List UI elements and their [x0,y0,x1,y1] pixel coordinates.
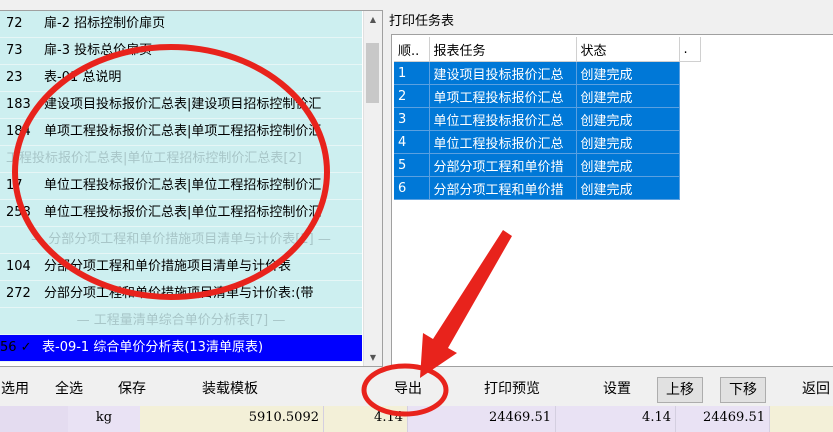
task-order-cell: 3 [394,107,430,131]
task-status-cell: 创建完成 [576,84,680,108]
list-item[interactable]: 56 ✓ 表-09-1 综合单价分析表(13清单原表) [0,335,362,362]
export-button[interactable]: 导出 [394,376,422,402]
settings-button[interactable]: 设置 [603,376,631,402]
report-list-scrollbar[interactable]: ▲ ▼ [363,11,382,366]
task-empty-cell [679,153,700,177]
task-row[interactable]: 4 单位工程投标报价汇总 创建完成 [394,130,700,154]
row-cell-total2: 24469.51 [676,406,770,432]
task-row[interactable]: 1 建设项目投标报价汇总 创建完成 [394,61,700,85]
move-down-button[interactable]: 下移 [720,377,766,403]
row-cell-qty: 5910.5092 [140,406,324,432]
row-cell-blank [0,406,69,432]
task-name-cell: 单位工程投标报价汇总 [429,130,577,154]
column-header-task[interactable]: 报表任务 [429,37,577,62]
task-name-cell: 建设项目投标报价汇总 [429,61,577,85]
list-item-label: 分部分项工程和单价措施项目清单与计价表 [44,259,292,274]
task-name-cell: 单项工程投标报价汇总 [429,84,577,108]
task-empty-cell [679,84,700,108]
print-task-title: 打印任务表 [389,14,455,29]
row-cell-tail [770,406,833,432]
list-item-label: 表-01 总说明 [44,70,122,85]
list-item-label: 单项工程投标报价汇总表|单项工程招标控制价汇 [44,124,322,139]
background-table-row: kg 5910.5092 4.14 24469.51 4.14 24469.51 [0,406,833,432]
row-cell-unit: kg [68,406,141,432]
report-list: 72 扉-2 招标控制价扉页 73 扉-3 投标总价扉页 23 表-01 总说明 183 建设… [0,11,362,362]
task-order-cell: 2 [394,84,430,108]
column-header-status[interactable]: 状态 [576,37,680,62]
task-row[interactable]: 6 分部分项工程和单价措 创建完成 [394,176,700,200]
list-item[interactable]: 258 单位工程投标报价汇总表|单位工程招标控制价汇 [0,200,362,227]
list-item-label: 工程投标报价汇总表|单位工程招标控制价汇总表[2] [6,151,302,166]
column-header-order[interactable]: 顺.. [394,37,430,62]
list-item-number: 17 [6,178,23,193]
list-item[interactable]: 23 表-01 总说明 [0,65,362,92]
list-item-number: 183 [6,97,31,112]
list-item-label: 扉-2 招标控制价扉页 [44,16,166,31]
print-preview-button[interactable]: 打印预览 [484,376,540,402]
list-item-label: — 工程量清单综合单价分析表[7] — [76,313,286,328]
list-group-header[interactable]: — 工程量清单综合单价分析表[7] — [0,308,362,335]
row-cell-price2: 4.14 [556,406,676,432]
scroll-thumb[interactable] [366,43,379,103]
list-item-label: 表-09-1 综合单价分析表(13清单原表) [42,340,264,355]
select-all-button[interactable]: 全选 [55,376,83,402]
list-item[interactable]: 104 分部分项工程和单价措施项目清单与计价表 [0,254,362,281]
row-cell-total: 24469.51 [408,406,556,432]
task-row[interactable]: 3 单位工程投标报价汇总 创建完成 [394,107,700,131]
select-button[interactable]: 选用 [1,376,29,402]
column-header-extra[interactable]: . [679,37,701,62]
row-cell-price: 4.14 [324,406,408,432]
report-list-panel[interactable]: 72 扉-2 招标控制价扉页 73 扉-3 投标总价扉页 23 表-01 总说明 183 建设… [0,10,383,367]
task-name-cell: 单位工程投标报价汇总 [429,107,577,131]
list-item-label: — 分部分项工程和单价措施项目清单与计价表[2] — [31,232,331,247]
list-item-label: 扉-3 投标总价扉页 [44,43,153,58]
task-row[interactable]: 5 分部分项工程和单价措 创建完成 [394,153,700,177]
task-row[interactable]: 2 单项工程投标报价汇总 创建完成 [394,84,700,108]
task-status-cell: 创建完成 [576,107,680,131]
save-button[interactable]: 保存 [118,376,146,402]
list-item[interactable]: 184 单项工程投标报价汇总表|单项工程招标控制价汇 [0,119,362,146]
print-task-panel[interactable]: 顺.. 报表任务 状态 . 1 建设项目投标报价汇总 创建完成 2 单项工程投标报价汇总… [391,34,833,367]
task-empty-cell [679,61,700,85]
list-group-header[interactable]: — 分部分项工程和单价措施项目清单与计价表[2] — [0,227,362,254]
bottom-toolbar: 选用 全选 保存 装载模板 导出 打印预览 设置 上移 下移 返回 [0,372,833,406]
scroll-up-arrow-icon[interactable]: ▲ [364,11,382,28]
task-status-cell: 创建完成 [576,61,680,85]
task-name-cell: 分部分项工程和单价措 [429,153,577,177]
list-item-label: 建设项目投标报价汇总表|建设项目招标控制价汇 [44,97,322,112]
list-item[interactable]: 17 单位工程投标报价汇总表|单位工程招标控制价汇 [0,173,362,200]
list-item[interactable]: 183 建设项目投标报价汇总表|建设项目招标控制价汇 [0,92,362,119]
list-item-number: 73 [6,43,23,58]
list-item-label: 分部分项工程和单价措施项目清单与计价表:(带 [44,286,314,301]
task-order-cell: 4 [394,130,430,154]
task-order-cell: 5 [394,153,430,177]
print-task-table: 顺.. 报表任务 状态 . 1 建设项目投标报价汇总 创建完成 2 单项工程投标报价汇总… [394,37,701,200]
task-status-cell: 创建完成 [576,176,680,200]
task-empty-cell [679,130,700,154]
list-item-number: 184 [6,124,31,139]
task-empty-cell [679,107,700,131]
move-up-button[interactable]: 上移 [657,377,703,403]
task-status-cell: 创建完成 [576,130,680,154]
scroll-down-arrow-icon[interactable]: ▼ [364,349,382,366]
task-status-cell: 创建完成 [576,153,680,177]
list-item[interactable]: 73 扉-3 投标总价扉页 [0,38,362,65]
list-item[interactable]: 工程投标报价汇总表|单位工程招标控制价汇总表[2] [0,146,362,173]
task-name-cell: 分部分项工程和单价措 [429,176,577,200]
list-item-number: 258 [6,205,31,220]
list-item-number: 72 [6,16,23,31]
list-item[interactable]: 72 扉-2 招标控制价扉页 [0,11,362,38]
list-item-number: 56 ✓ [0,340,32,355]
task-order-cell: 6 [394,176,430,200]
list-item-number: 23 [6,70,23,85]
task-order-cell: 1 [394,61,430,85]
load-template-button[interactable]: 装载模板 [202,376,258,402]
task-empty-cell [679,176,700,200]
list-item[interactable]: 272 分部分项工程和单价措施项目清单与计价表:(带 [0,281,362,308]
back-button[interactable]: 返回 [802,376,830,402]
list-item-label: 单位工程投标报价汇总表|单位工程招标控制价汇 [44,178,322,193]
list-item-number: 104 [6,259,31,274]
list-item-label: 单位工程投标报价汇总表|单位工程招标控制价汇 [44,205,322,220]
list-item-number: 272 [6,286,31,301]
